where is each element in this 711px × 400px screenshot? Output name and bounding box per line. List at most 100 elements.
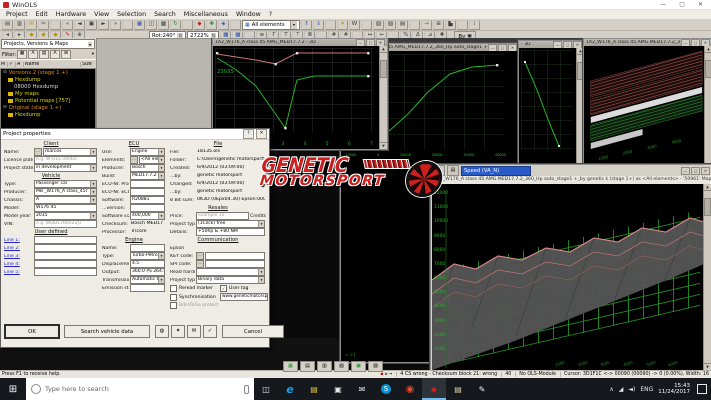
tree-item[interactable]: My maps xyxy=(1,90,95,97)
tree-item[interactable]: Potential maps [757] xyxy=(1,97,95,104)
close-icon[interactable]: ✕ xyxy=(573,41,582,48)
toolbar-icon[interactable]: ↻ xyxy=(170,20,181,30)
maximize-icon[interactable]: ▢ xyxy=(679,1,685,8)
field-value[interactable] xyxy=(130,180,165,188)
taskbar-app-button[interactable]: e xyxy=(278,378,302,400)
taskbar-app-button[interactable]: ✉ xyxy=(350,378,374,400)
toolbar-icon[interactable]: ✦ xyxy=(337,20,348,30)
toolbar-icon[interactable]: → xyxy=(421,20,432,30)
column-header[interactable]: M xyxy=(0,62,8,67)
field-value[interactable]: A xyxy=(34,196,97,204)
dialog-tool-icon[interactable]: ✦ xyxy=(171,325,185,338)
vertical-scrollbar[interactable]: ▲ ▼ xyxy=(703,184,711,370)
toolbar-icon[interactable]: ▥ xyxy=(14,20,25,30)
field-value[interactable]: e.g. WDD1760522J1 xyxy=(34,220,97,228)
tree-item[interactable]: Original (stage 1 +) xyxy=(1,104,95,111)
field-value[interactable]: Engine xyxy=(130,148,165,156)
toolbar-icon[interactable]: ► xyxy=(98,20,109,30)
menu-item[interactable]: View xyxy=(90,11,113,18)
menu-item[interactable]: Selection xyxy=(113,11,150,18)
minimize-icon[interactable]: — xyxy=(553,41,562,48)
synchronisation-checkbox[interactable]: Synchronisation xyxy=(170,293,218,301)
field-value[interactable] xyxy=(205,252,265,260)
column-header[interactable]: Size xyxy=(81,62,96,67)
taskbar-clock[interactable]: 15:43 11/24/2017 xyxy=(658,383,690,395)
chevron-down-icon[interactable]: ▾ xyxy=(92,52,94,57)
taskbar-app-button[interactable]: ▣ xyxy=(326,378,350,400)
menu-item[interactable]: Hardware xyxy=(52,11,90,18)
field-value[interactable] xyxy=(34,268,97,276)
language-indicator[interactable]: ENG xyxy=(640,386,653,393)
taskbar-app-button[interactable]: ◆ xyxy=(422,378,446,400)
taskbar-app-button[interactable]: ▤ xyxy=(446,378,470,400)
toolbar-icon[interactable]: W xyxy=(349,20,360,30)
toolbar-icon[interactable]: ⁞ xyxy=(469,20,480,30)
minimize-icon[interactable]: — xyxy=(660,1,666,8)
scroll-down-icon[interactable]: ▼ xyxy=(380,142,387,149)
maximize-icon[interactable]: ▢ xyxy=(691,167,700,175)
field-value[interactable]: Automatic transmi xyxy=(130,276,165,284)
toolbar-icon[interactable]: ⇓ xyxy=(313,20,324,30)
field-value[interactable]: Binary data xyxy=(196,276,265,284)
toolbar-icon[interactable] xyxy=(122,20,133,30)
filter-icon[interactable]: ▦ xyxy=(17,50,27,59)
minimized-window-button[interactable]: ▥ xyxy=(317,361,332,372)
minimized-window-button[interactable]: ▧ xyxy=(334,361,349,372)
tree-item[interactable]: Versions 2 (stage 1 +) xyxy=(1,69,95,76)
network-icon[interactable]: ◢ xyxy=(619,386,624,393)
field-value[interactable] xyxy=(130,204,165,212)
3d-map-view[interactable]: 1200011000100009000800070006000500040003… xyxy=(432,184,704,370)
close-icon[interactable]: ✕ xyxy=(508,44,517,51)
all-elements-dropdown[interactable]: ▦ All elements ▾ xyxy=(242,20,300,30)
toolbar-icon[interactable] xyxy=(230,20,241,30)
field-label[interactable]: Line 5: xyxy=(4,270,33,275)
field-value[interactable]: 400,000 xyxy=(130,212,165,220)
tree-item[interactable]: 08000 Hexdump xyxy=(1,83,95,90)
filter-icon[interactable]: A xyxy=(28,50,38,59)
toolbar-icon[interactable]: ▧ xyxy=(373,20,384,30)
field-value[interactable] xyxy=(205,260,265,268)
dialog-tool-icon[interactable]: ✉ xyxy=(187,325,201,338)
ok-button[interactable]: OK xyxy=(5,325,59,338)
field-value[interactable] xyxy=(34,252,97,260)
toolbar-icon[interactable]: ▦ xyxy=(134,20,145,30)
field-value[interactable]: MED17.7.2 xyxy=(130,172,165,180)
field-label[interactable]: Line 2: xyxy=(4,246,33,251)
start-button[interactable]: ⊞ xyxy=(0,378,26,400)
toolbar-icon[interactable]: ▩ xyxy=(158,20,169,30)
toolbar-icon[interactable] xyxy=(457,20,468,30)
maximize-icon[interactable]: ▢ xyxy=(498,44,507,51)
window-titlebar[interactable]: - 3D — ▢ ✕ xyxy=(519,41,584,48)
field-value[interactable]: Bosch MED17 xyxy=(130,221,165,227)
empty-window[interactable] xyxy=(96,38,214,130)
toolbar-icon[interactable]: ▙ xyxy=(445,20,456,30)
close-icon[interactable]: ✕ xyxy=(256,129,267,139)
tree-item[interactable]: Hexdump xyxy=(1,76,95,83)
taskbar-app-button[interactable]: S xyxy=(374,378,398,400)
2d-map-chart[interactable] xyxy=(215,48,373,132)
column-header[interactable]: ✓ xyxy=(8,62,16,67)
curve-chart[interactable] xyxy=(521,50,573,150)
minimize-icon[interactable]: — xyxy=(356,39,365,46)
field-value[interactable] xyxy=(130,188,165,196)
menu-item[interactable]: ? xyxy=(265,11,276,18)
user-tag-checkbox[interactable]: User tag xyxy=(220,285,268,292)
toolbar-icon[interactable]: » xyxy=(110,20,121,30)
field-value[interactable]: R20881 xyxy=(130,196,165,204)
toolbar-icon[interactable]: ▨ xyxy=(385,20,396,30)
field-value[interactable]: <All elements> xyxy=(139,156,165,164)
menu-item[interactable]: Miscellaneous xyxy=(180,11,232,18)
toolbar-icon[interactable]: ◆ xyxy=(194,20,205,30)
scroll-up-icon[interactable]: ▲ xyxy=(705,46,711,53)
taskbar-app-button[interactable]: ◫ xyxy=(254,378,278,400)
field-value[interactable] xyxy=(130,284,165,292)
toolbar-icon[interactable]: ◄ xyxy=(74,20,85,30)
dialog-titlebar[interactable]: Project properties ? ✕ xyxy=(1,129,269,140)
taskbar-search[interactable]: Type here to search xyxy=(26,378,254,400)
toolbar-icon[interactable]: ▤ xyxy=(397,20,408,30)
field-value[interactable]: in development xyxy=(34,164,97,172)
help-icon[interactable]: ? xyxy=(243,129,254,139)
search-vehicle-data-button[interactable]: Search vehicle data xyxy=(64,325,150,338)
toolbar-icon[interactable]: ⇑ xyxy=(301,20,312,30)
field-value[interactable] xyxy=(34,236,97,244)
